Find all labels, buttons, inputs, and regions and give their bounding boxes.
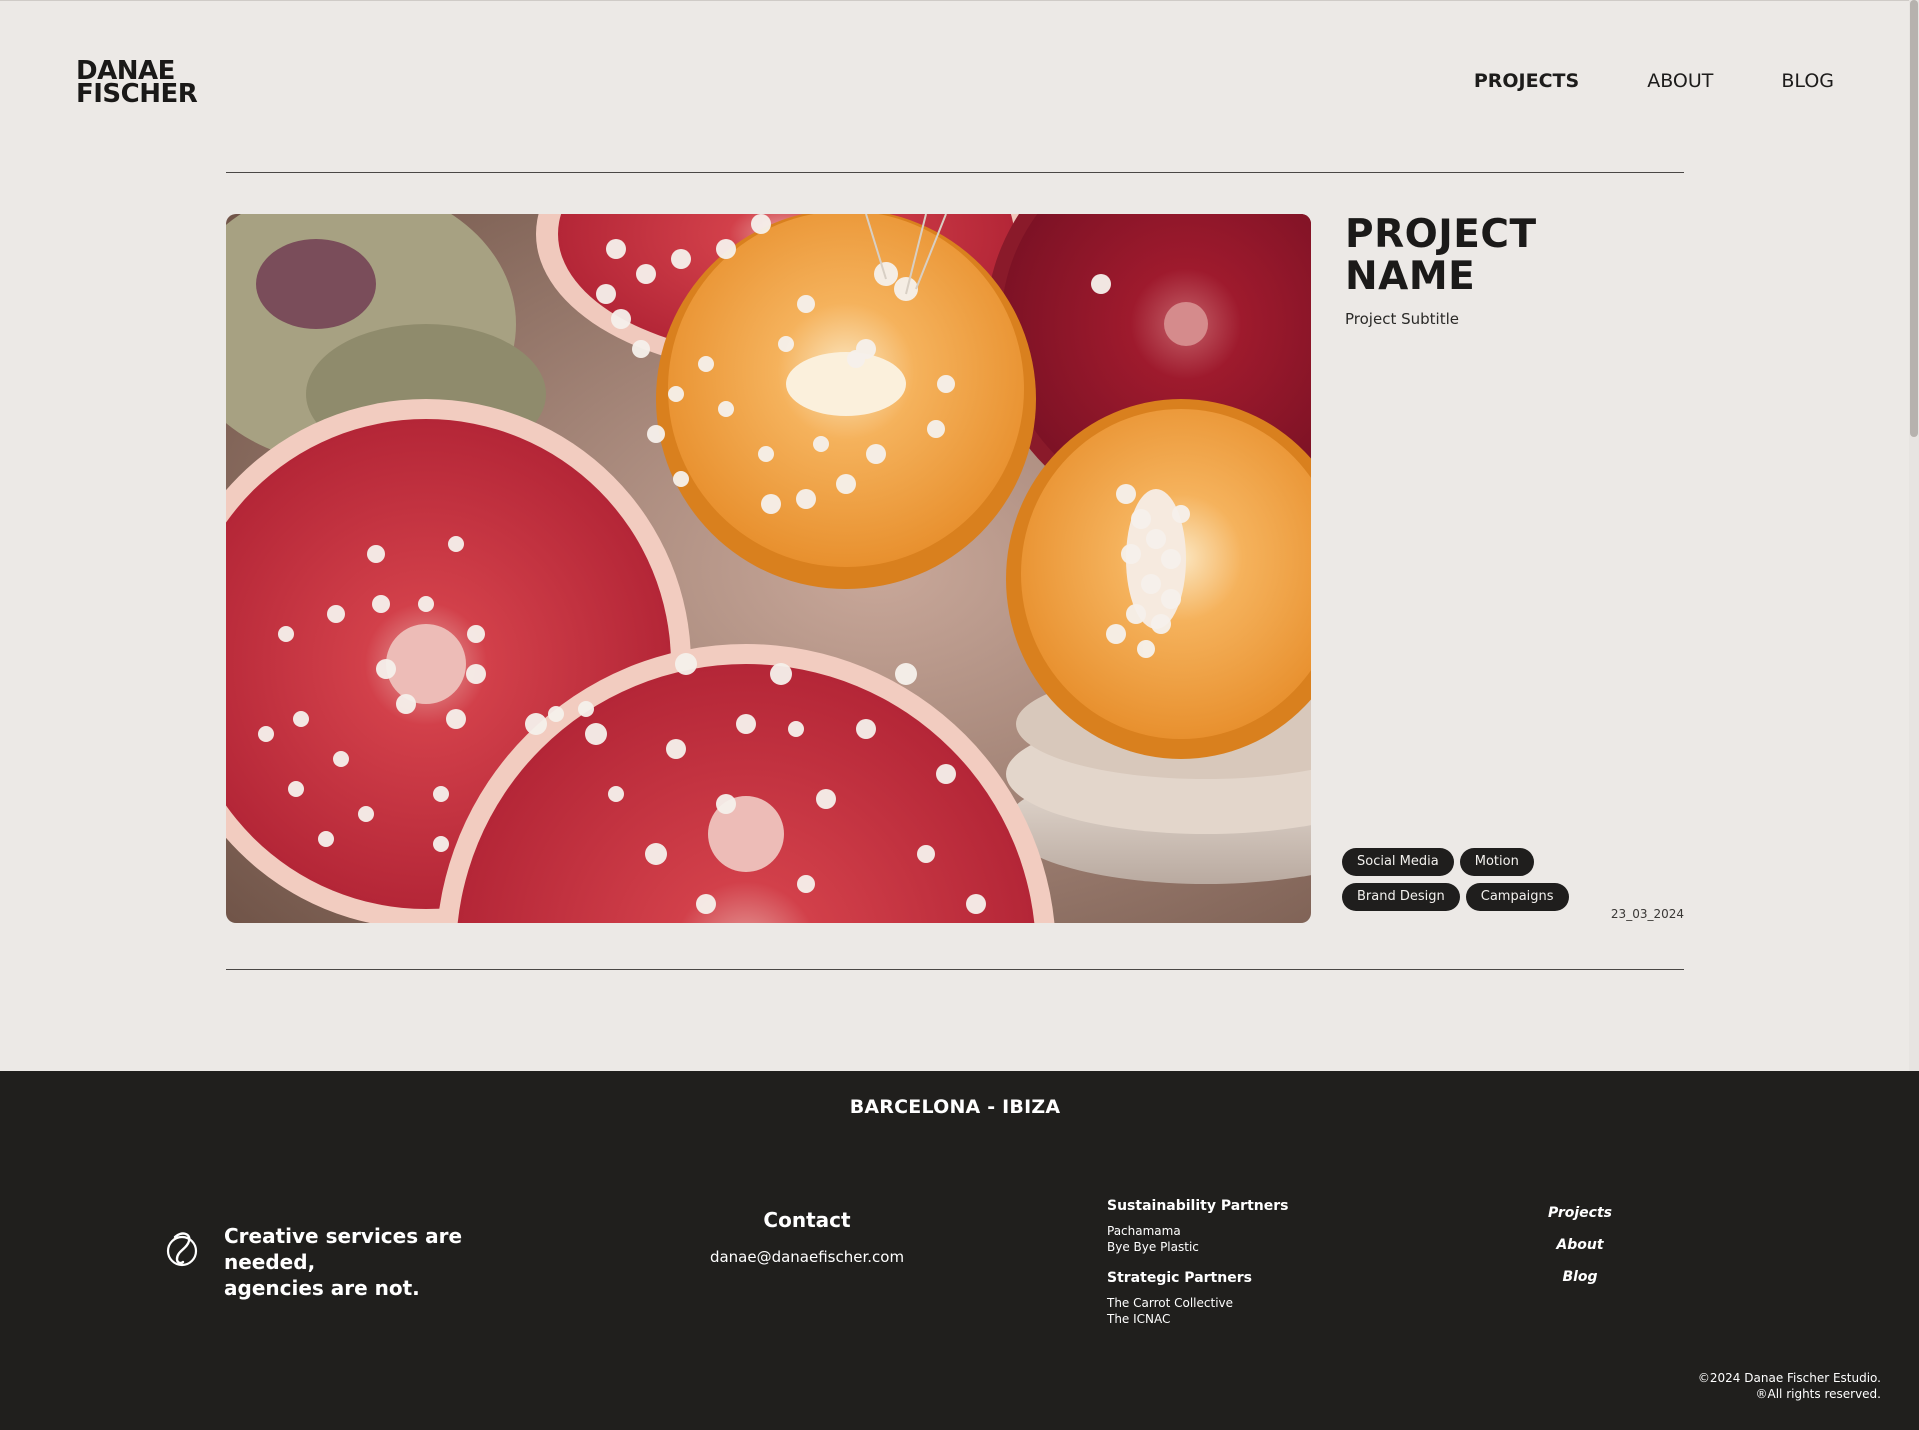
sustainability-partners-list: Pachamama Bye Bye Plastic [1107,1223,1288,1255]
footer-tagline-line1: Creative services are needed, [224,1224,463,1274]
scrollbar-thumb[interactable] [1910,0,1918,437]
project-title-line2: NAME [1345,254,1476,299]
project-title: PROJECT NAME [1345,214,1537,298]
partner-item: The Carrot Collective [1107,1296,1234,1310]
partner-item: Pachamama [1107,1224,1181,1238]
footer-link-about[interactable]: About [1480,1237,1680,1253]
strategic-partners-heading: Strategic Partners [1107,1270,1252,1286]
footer-tagline: Creative services are needed, agencies a… [224,1223,544,1301]
nav-blog-link[interactable]: BLOG [1781,70,1834,92]
project-hero-image[interactable] [226,214,1311,923]
nav-about-link[interactable]: ABOUT [1647,70,1713,92]
hero-image-art [226,214,1311,923]
strategic-partners-list: The Carrot Collective The ICNAC [1107,1295,1288,1327]
footer-link-blog[interactable]: Blog [1480,1269,1680,1285]
project-subtitle: Project Subtitle [1345,310,1459,328]
project-title-line1: PROJECT [1345,212,1537,257]
footer-link-projects[interactable]: Projects [1480,1205,1680,1221]
site-footer: BARCELONA - IBIZA Creative services are … [0,1071,1919,1430]
tag-campaigns[interactable]: Campaigns [1465,883,1569,911]
brand-logo-line2: FISCHER [76,79,198,109]
tag-social-media[interactable]: Social Media [1342,848,1454,876]
script-d-logo-icon [166,1232,198,1267]
copyright: ©2024 Danae Fischer Estudio. ®All rights… [1698,1370,1881,1402]
top-divider [226,172,1684,173]
top-border [0,0,1919,1]
partner-item: The ICNAC [1107,1312,1171,1326]
partner-item: Bye Bye Plastic [1107,1240,1199,1254]
bottom-divider [226,969,1684,970]
tag-motion[interactable]: Motion [1459,848,1534,876]
footer-location: BARCELONA - IBIZA [849,1096,1061,1118]
contact-heading: Contact [763,1208,851,1232]
contact-email-link[interactable]: danae@danaefischer.com [657,1248,957,1266]
copyright-line2: ®All rights reserved. [1755,1387,1882,1401]
project-date: 23_03_2024 [1610,907,1684,921]
project-tags: Social Media Motion Brand Design Campaig… [1342,848,1582,911]
brand-logo[interactable]: DANAE FISCHER [76,58,198,109]
footer-nav: Projects About Blog [1480,1205,1680,1301]
sustainability-partners-heading: Sustainability Partners [1107,1198,1289,1214]
main-nav: PROJECTS ABOUT BLOG [1474,70,1834,92]
copyright-line1: ©2024 Danae Fischer Estudio. [1697,1371,1881,1385]
page-scrollbar[interactable] [1909,0,1919,1071]
footer-tagline-line2: agencies are not. [224,1276,420,1300]
tag-brand-design[interactable]: Brand Design [1342,883,1460,911]
nav-projects-link[interactable]: PROJECTS [1474,70,1579,92]
partners-section: Sustainability Partners Pachamama Bye By… [1107,1198,1288,1342]
